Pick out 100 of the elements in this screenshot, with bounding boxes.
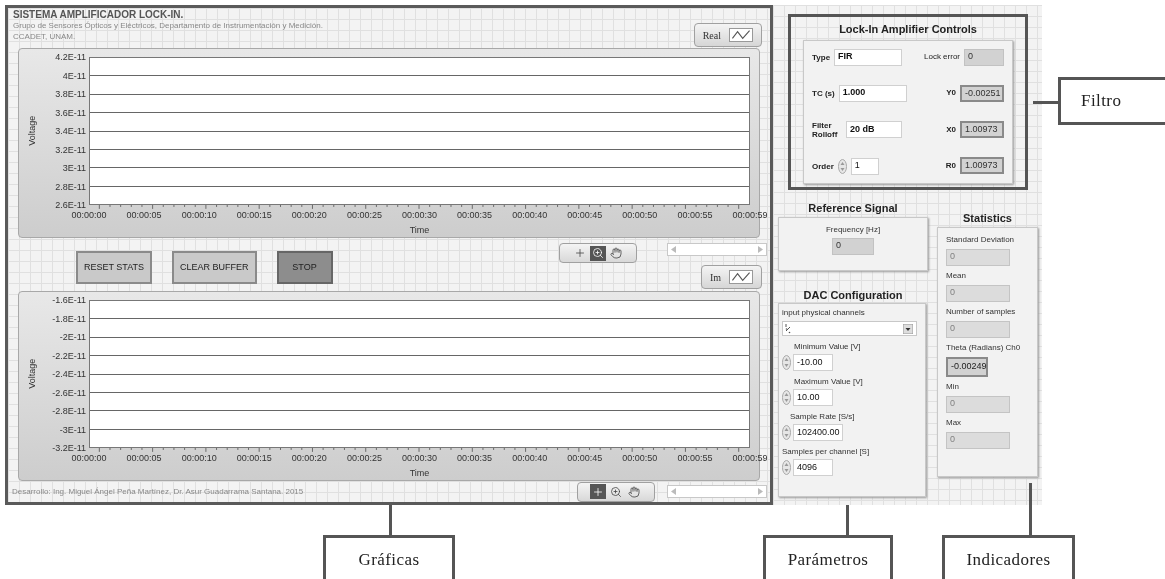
spinner-control[interactable] bbox=[782, 355, 791, 370]
x-tick-label: 00:00:50 bbox=[622, 210, 658, 220]
plot-legend-button[interactable]: Im bbox=[700, 265, 762, 289]
value-field[interactable]: 1.00973 bbox=[960, 121, 1004, 139]
x-tick-label: 00:00:10 bbox=[181, 210, 217, 220]
group-title: Statistics bbox=[963, 211, 1012, 226]
x-tick-label: 00:00:10 bbox=[181, 453, 217, 463]
zoom-tool-button[interactable] bbox=[608, 484, 624, 499]
value-field[interactable]: 1.000 bbox=[838, 84, 907, 102]
callout-label: Indicadores bbox=[942, 535, 1075, 579]
value-field[interactable]: 20 dB bbox=[846, 121, 902, 138]
crosshair-icon bbox=[592, 485, 604, 498]
x-tick-label: 00:00:35 bbox=[457, 453, 493, 463]
spinner-control[interactable] bbox=[782, 425, 791, 440]
field-label: Type bbox=[812, 52, 831, 62]
x-tick-label: 00:00:35 bbox=[457, 210, 493, 220]
value-field[interactable]: -0.00249 bbox=[946, 356, 988, 377]
zoom-tool-button[interactable] bbox=[590, 245, 606, 261]
value-field[interactable]: 0 bbox=[964, 48, 1004, 66]
y-tick-label: 2.6E-11 bbox=[55, 200, 86, 210]
callout-label: Parámetros bbox=[763, 535, 893, 579]
field-label: Minimum Value [V] bbox=[793, 341, 862, 353]
x-tick-label: 00:00:55 bbox=[677, 453, 713, 463]
field-label: Min bbox=[946, 380, 960, 393]
value-field[interactable]: 1.00973 bbox=[960, 157, 1004, 175]
y-tick-label: 4E-11 bbox=[62, 71, 86, 80]
y-tick-label: -2E-11 bbox=[59, 332, 86, 342]
stop-button[interactable]: STOP bbox=[276, 251, 333, 284]
x-tick-label: 00:00:25 bbox=[346, 210, 382, 220]
x-tick-label: 00:00:55 bbox=[677, 210, 713, 220]
value-field[interactable]: 102400.00 bbox=[793, 424, 843, 441]
field-label: Sample Rate [S/s] bbox=[789, 411, 856, 423]
spinner-control[interactable] bbox=[837, 158, 847, 174]
x-tick-label: 00:00:25 bbox=[346, 453, 382, 463]
spinner-control[interactable] bbox=[782, 460, 791, 475]
value-field[interactable]: 4096 bbox=[793, 459, 833, 476]
value-field[interactable]: -0.00251 bbox=[960, 84, 1004, 102]
scrollbar[interactable] bbox=[667, 485, 767, 498]
right-arrow-icon bbox=[758, 246, 763, 253]
legend-label: Im bbox=[709, 270, 721, 285]
pan-tool-button[interactable] bbox=[608, 245, 624, 261]
y-tick-label: 3.8E-11 bbox=[55, 89, 86, 99]
value-field[interactable]: 10.00 bbox=[793, 389, 833, 406]
group-title: Reference Signal bbox=[808, 201, 898, 216]
y-tick-label: -3.2E-11 bbox=[52, 443, 86, 453]
left-arrow-icon bbox=[671, 246, 676, 253]
x-tick-label: 00:00:50 bbox=[622, 453, 658, 463]
hand-icon bbox=[610, 247, 622, 259]
x-tick-label: 00:00:15 bbox=[236, 210, 272, 220]
spinner-control[interactable] bbox=[782, 390, 791, 405]
pan-tool-button[interactable] bbox=[626, 484, 642, 499]
y-tick-label: 4.2E-11 bbox=[55, 52, 86, 62]
x-tick-label: 00:00:30 bbox=[402, 210, 437, 220]
field-label: Standard Deviation bbox=[946, 233, 1016, 246]
field-label: Mean bbox=[946, 269, 967, 282]
x-tick-label: 00:00:00 bbox=[71, 210, 107, 220]
right-arrow-icon bbox=[758, 488, 763, 495]
plot-legend-button[interactable]: Real bbox=[693, 23, 762, 47]
y-tick-label: -2.4E-11 bbox=[52, 369, 86, 379]
field-label: input physical channels bbox=[782, 307, 866, 319]
value-field[interactable]: -10.00 bbox=[793, 354, 833, 371]
value-field[interactable]: FIR bbox=[834, 48, 903, 66]
group-title: Lock-In Amplifier Controls bbox=[839, 22, 977, 37]
legend-label: Real bbox=[702, 28, 721, 43]
callout-label: Filtro bbox=[1058, 77, 1165, 125]
y-tick-label: 3.6E-11 bbox=[55, 108, 86, 117]
cursor-tool-button[interactable] bbox=[590, 484, 606, 499]
field-label: Max bbox=[946, 416, 963, 429]
x-tick-label: 00:00:20 bbox=[291, 210, 327, 220]
y-tick-label: -2.2E-11 bbox=[52, 351, 86, 360]
left-arrow-icon bbox=[671, 488, 676, 495]
channel-dropdown[interactable] bbox=[782, 321, 917, 336]
y-tick-label: -1.8E-11 bbox=[52, 314, 86, 323]
x-tick-label: 00:00:45 bbox=[567, 210, 603, 220]
x-tick-label: 00:00:15 bbox=[236, 453, 272, 463]
x-tick-label: 00:00:59 bbox=[732, 453, 768, 463]
field-label: Frequency [Hz] bbox=[825, 223, 881, 236]
y-tick-label: -2.8E-11 bbox=[52, 406, 86, 416]
x-tick-label: 00:00:40 bbox=[512, 210, 548, 220]
y-tick-label: 3.4E-11 bbox=[55, 126, 86, 136]
x-tick-label: 00:00:05 bbox=[126, 210, 162, 220]
crosshair-icon bbox=[574, 247, 586, 259]
value-field[interactable]: 0 bbox=[832, 237, 874, 255]
x-tick-label: 00:00:20 bbox=[291, 453, 327, 463]
x-tick-label: 00:00:30 bbox=[402, 453, 437, 463]
y-tick-label: 3E-11 bbox=[62, 163, 86, 173]
x-tick-label: 00:00:45 bbox=[567, 453, 603, 463]
field-label: X0 bbox=[946, 123, 956, 136]
field-label: Order bbox=[812, 161, 834, 171]
field-label: Number of samples bbox=[946, 305, 1017, 318]
scrollbar[interactable] bbox=[667, 243, 767, 256]
app-title: SISTEMA AMPLIFICADOR LOCK-IN. bbox=[13, 9, 185, 20]
x-tick-label: 00:00:05 bbox=[126, 453, 162, 463]
x-tick-label: 00:00:40 bbox=[512, 453, 548, 463]
field-label: Filter Rolloff bbox=[812, 120, 839, 139]
value-field[interactable]: 1 bbox=[850, 157, 879, 175]
action-button[interactable]: CLEAR BUFFER bbox=[172, 251, 257, 284]
action-button[interactable]: RESET STATS bbox=[76, 251, 152, 284]
dropdown-arrow-icon bbox=[903, 323, 913, 334]
x-axis-label: Time bbox=[409, 223, 430, 237]
